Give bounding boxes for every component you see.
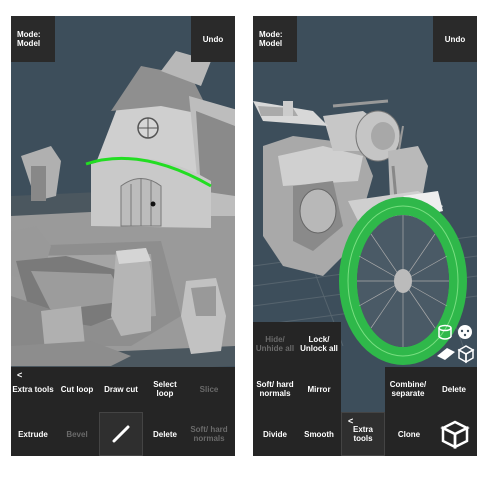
select-loop-label: Select loop bbox=[153, 380, 177, 398]
cylinder-icon[interactable] bbox=[438, 324, 452, 340]
back-arrow-icon: < bbox=[348, 416, 354, 426]
undo-button[interactable]: Undo bbox=[433, 16, 477, 62]
smooth-button[interactable]: Smooth bbox=[297, 412, 341, 456]
lock-unlock-all-button[interactable]: Lock/ Unlock all bbox=[297, 322, 341, 366]
undo-label: Undo bbox=[202, 34, 224, 44]
cube-icon bbox=[440, 420, 470, 450]
extra-tools-label: Extra tools bbox=[12, 384, 54, 394]
combine-separate-button[interactable]: Combine/ separate bbox=[385, 367, 431, 411]
cut-loop-label: Cut loop bbox=[60, 384, 94, 394]
combine-separate-label: Combine/ separate bbox=[389, 380, 427, 398]
mirror-button[interactable]: Mirror bbox=[297, 367, 341, 411]
back-arrow-icon: < bbox=[17, 370, 23, 380]
delete-label: Delete bbox=[441, 384, 466, 394]
object-mode-button[interactable] bbox=[433, 412, 477, 456]
object-type-icons bbox=[435, 322, 477, 366]
soft-hard-normals-button[interactable]: Soft/ hard normals bbox=[187, 412, 231, 456]
clone-button[interactable]: Clone bbox=[387, 412, 431, 456]
cut-loop-button[interactable]: Cut loop bbox=[55, 367, 99, 411]
delete-button[interactable]: Delete bbox=[143, 412, 187, 456]
bevel-button[interactable]: Bevel bbox=[55, 412, 99, 456]
hide-unhide-all-button[interactable]: Hide/ Unhide all bbox=[253, 322, 297, 366]
plane-icon[interactable] bbox=[437, 348, 455, 360]
soft-hard-normals-button[interactable]: Soft/ hard normals bbox=[253, 367, 297, 411]
extrude-button[interactable]: Extrude bbox=[11, 412, 55, 456]
bottom-toolbar: Divide Smooth < Extra tools Clone bbox=[253, 412, 477, 456]
extra-tools-label: Extra tools bbox=[352, 425, 373, 443]
delete-button[interactable]: Delete bbox=[431, 367, 477, 411]
mirror-label: Mirror bbox=[307, 384, 331, 394]
sphere-icon[interactable] bbox=[458, 325, 472, 339]
soft-hard-normals-label: Soft/ hard normals bbox=[190, 425, 228, 443]
draw-cut-label: Draw cut bbox=[104, 384, 138, 394]
bottom-toolbar: < Extra tools Cut loop Draw cut Select l… bbox=[11, 367, 235, 456]
left-phone-screen: Mode: Model Undo < Extra tools Cut loop … bbox=[11, 16, 235, 456]
select-loop-button[interactable]: Select loop bbox=[143, 367, 187, 411]
slice-label: Slice bbox=[199, 384, 219, 394]
mode-button[interactable]: Mode: Model bbox=[253, 16, 297, 62]
undo-label: Undo bbox=[444, 34, 466, 44]
lock-unlock-all-label: Lock/ Unlock all bbox=[300, 335, 338, 353]
delete-label: Delete bbox=[152, 429, 177, 439]
bevel-label: Bevel bbox=[66, 429, 88, 439]
slice-button[interactable]: Slice bbox=[187, 367, 231, 411]
undo-button[interactable]: Undo bbox=[191, 16, 235, 62]
extra-tools-button[interactable]: < Extra tools bbox=[11, 367, 55, 411]
mode-label: Mode: Model bbox=[259, 30, 283, 48]
clone-label: Clone bbox=[397, 429, 421, 439]
draw-tool-button[interactable] bbox=[99, 412, 143, 456]
hide-unhide-all-label: Hide/ Unhide all bbox=[255, 335, 295, 353]
soft-hard-normals-label: Soft/ hard normals bbox=[256, 380, 294, 398]
extrude-label: Extrude bbox=[18, 429, 48, 439]
smooth-label: Smooth bbox=[304, 429, 334, 439]
right-phone-screen: Mode: Model Undo Hide/ Unhide all Lock/ … bbox=[253, 16, 477, 456]
cube-small-icon[interactable] bbox=[457, 345, 475, 364]
pencil-icon bbox=[112, 425, 130, 443]
divide-button[interactable]: Divide bbox=[253, 412, 297, 456]
divide-label: Divide bbox=[262, 429, 287, 439]
extra-tools-button[interactable]: < Extra tools bbox=[341, 412, 385, 456]
mode-button[interactable]: Mode: Model bbox=[11, 16, 55, 62]
draw-cut-button[interactable]: Draw cut bbox=[99, 367, 143, 411]
mode-label: Mode: Model bbox=[17, 30, 41, 48]
